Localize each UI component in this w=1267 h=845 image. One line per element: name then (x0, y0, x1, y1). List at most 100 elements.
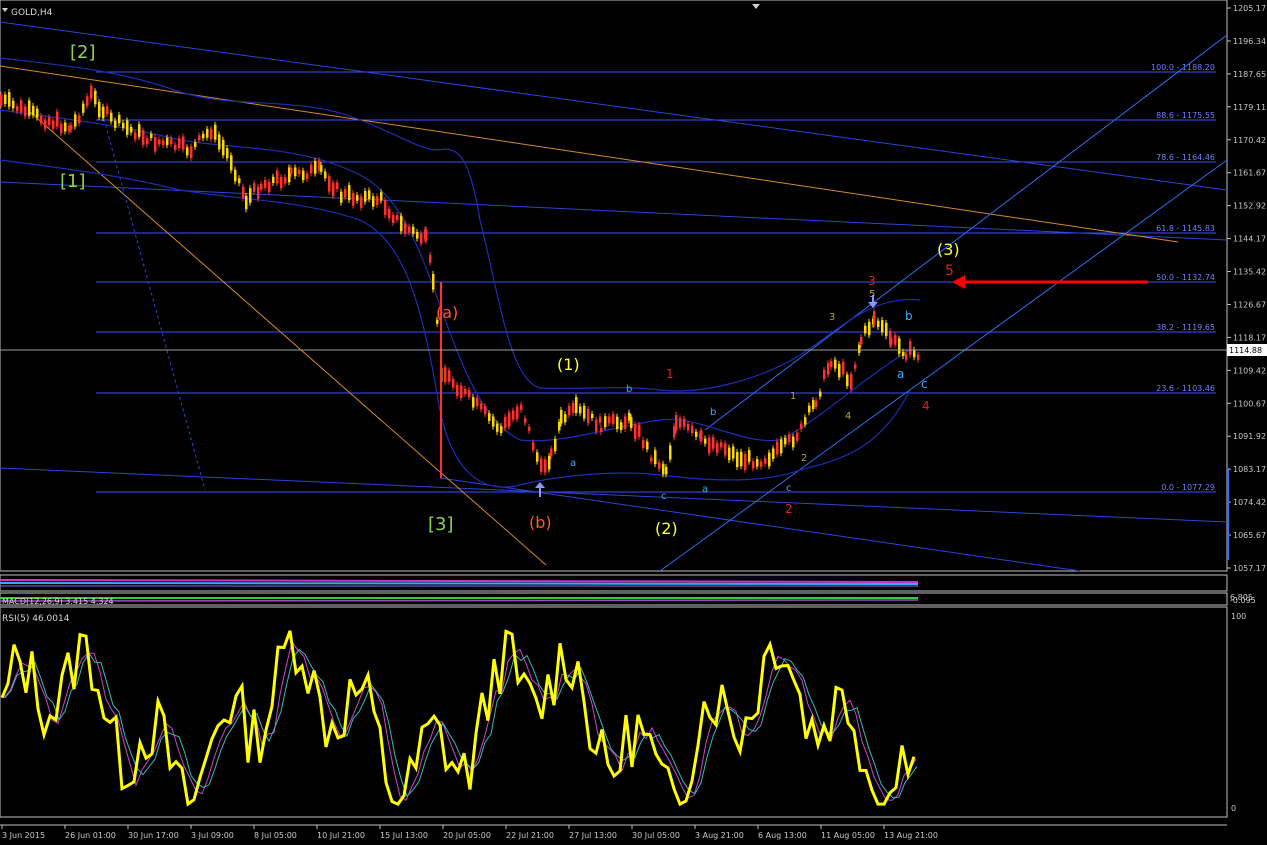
candle-body (776, 441, 779, 455)
price-panel[interactable] (0, 0, 1228, 572)
candle-body (202, 133, 205, 139)
candle-body (612, 413, 615, 424)
candle-body (796, 432, 799, 441)
candle-body (700, 430, 703, 442)
candle-body (106, 106, 109, 115)
time-tick-label: 3 Aug 21:00 (695, 831, 744, 840)
candle-body (298, 169, 301, 175)
candle-body (384, 199, 387, 216)
candle-body (476, 397, 479, 407)
candle-body (74, 114, 77, 127)
price-tick-label: 1083.17 (1233, 465, 1266, 474)
candle-body (568, 405, 571, 416)
candle-body (504, 416, 507, 429)
candle-body (8, 92, 11, 107)
strip-line-blue (0, 582, 919, 585)
candle-body (564, 414, 567, 423)
candle-body (864, 325, 867, 334)
candle-body (314, 160, 317, 174)
candle-body (830, 361, 833, 368)
candle-body (512, 410, 515, 420)
candle-body (36, 108, 39, 118)
candle-body (24, 106, 27, 117)
candle-body (600, 427, 603, 433)
candle-body (808, 405, 811, 413)
time-axis[interactable]: 3 Jun 2015 26 Jun 01:00 30 Jun 17:00 3 Jul … (1, 825, 938, 840)
candle-body (162, 140, 165, 146)
candle-body (102, 106, 105, 119)
candle-body (336, 182, 339, 190)
candle-body (122, 122, 125, 128)
candle-body (560, 409, 563, 424)
candle-body (591, 413, 594, 419)
candle-body (464, 388, 467, 395)
candle-body (206, 129, 209, 138)
wave-label-1-primary: [1] (60, 171, 86, 192)
candle-body (748, 450, 751, 462)
candle-body (82, 103, 85, 113)
candle-body (675, 414, 678, 431)
candle-body (86, 96, 89, 106)
candle-body (226, 148, 229, 159)
candle-body (253, 183, 256, 192)
wave-label-3-subminuette: 3 (829, 312, 835, 323)
macd-axis-bottom: -0.095 (1230, 596, 1256, 605)
rsi-axis-top: 100 (1231, 612, 1246, 621)
rsi-title: RSI(5) 46.0014 (2, 614, 70, 624)
candle-body (174, 144, 177, 150)
price-tick-label: 1152.92 (1233, 202, 1266, 211)
candle-body (520, 404, 523, 410)
candle-body (736, 452, 739, 467)
candle-body (190, 146, 193, 159)
candle-body (642, 439, 645, 449)
candle-body (854, 364, 857, 369)
candle-body (728, 447, 731, 461)
candle-body (0, 94, 3, 106)
price-axis[interactable]: 1205.17 1196.34 1187.65 1179.11 1170.42 1161.… (1227, 4, 1266, 573)
candle-body (12, 100, 15, 109)
time-tick-label: 10 Jul 21:00 (317, 831, 365, 840)
wave-label-a-minute: a (897, 367, 904, 381)
candle-body (683, 418, 686, 428)
chart-canvas[interactable]: GOLD,H4 100.0 - 1188.20 88.6 - 1175.55 7… (0, 0, 1267, 841)
candle-body (768, 452, 771, 467)
candle-body (756, 459, 759, 467)
candle-body (416, 232, 419, 239)
wave-label-5-minor: 5 (945, 263, 954, 279)
price-tick-label: 1196.34 (1233, 37, 1266, 46)
candle-body (894, 334, 897, 345)
candle-body (744, 454, 747, 470)
current-price-text: 1114.88 (1229, 346, 1262, 355)
candle-body (276, 170, 279, 184)
candle-body (126, 120, 129, 135)
candle-body (364, 191, 367, 202)
price-tick-label: 1091.92 (1233, 432, 1266, 441)
candle-body (595, 419, 598, 432)
time-tick-label: 30 Jun 17:00 (128, 831, 179, 840)
mt4-chart-window[interactable]: GOLD,H4 100.0 - 1188.20 88.6 - 1175.55 7… (0, 0, 1267, 841)
candle-body (624, 416, 627, 429)
candle-body (704, 438, 707, 444)
candle-body (616, 416, 619, 430)
candle-body (186, 147, 189, 156)
candle-body (28, 100, 31, 116)
fib-label: 61.8 - 1145.83 (1156, 224, 1215, 233)
candle-body (500, 426, 503, 434)
candle-body (48, 117, 51, 126)
wave-label-b-minute: b (626, 384, 632, 395)
candle-body (760, 461, 763, 467)
candle-body (868, 321, 871, 336)
candle-body (460, 385, 463, 399)
price-tick-label: 1126.67 (1233, 300, 1266, 309)
candle-body (238, 178, 241, 184)
candle-body (372, 196, 375, 207)
candle-body (827, 362, 830, 375)
candle-body (544, 459, 547, 473)
candle-body (40, 116, 43, 124)
candle-body (272, 176, 275, 183)
candle-body (138, 124, 141, 137)
price-tick-label: 1187.65 (1233, 70, 1266, 79)
candle-body (788, 434, 791, 443)
candle-body (838, 363, 841, 378)
fib-label: 88.6 - 1175.55 (1156, 111, 1215, 120)
